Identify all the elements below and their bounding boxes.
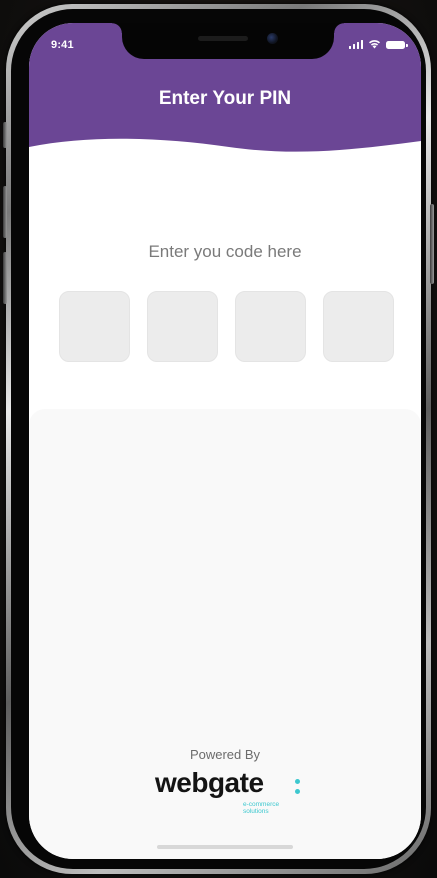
app-screen: 9:41 Enter Your PIN Enter you code here [29, 23, 421, 859]
front-camera [267, 33, 278, 44]
logo-colon-mark [295, 779, 300, 799]
device-notch [112, 23, 344, 59]
wifi-icon [369, 40, 380, 49]
power-button [430, 204, 434, 284]
powered-by-label: Powered By [189, 747, 261, 762]
logo-tagline: e-commerce solutions [243, 801, 280, 815]
webgate-logo: webgate e-commerce solutions [155, 767, 305, 817]
cellular-signal-icon [348, 40, 363, 49]
status-icons [348, 39, 408, 49]
silent-switch [3, 122, 7, 148]
logo-wordmark: webgate [155, 767, 264, 798]
pin-digit-1[interactable] [59, 291, 130, 362]
page-title: Enter Your PIN [158, 88, 292, 109]
pin-input-row [59, 291, 394, 362]
battery-icon [386, 41, 408, 49]
pin-prompt-label: Enter you code here [148, 242, 302, 261]
earpiece-speaker [198, 36, 248, 41]
pin-digit-3[interactable] [235, 291, 306, 362]
volume-down-button [3, 252, 7, 304]
home-indicator [157, 845, 293, 849]
pin-digit-2[interactable] [147, 291, 218, 362]
volume-up-button [3, 186, 7, 238]
status-time: 9:41 [51, 39, 74, 51]
pin-digit-4[interactable] [323, 291, 394, 362]
